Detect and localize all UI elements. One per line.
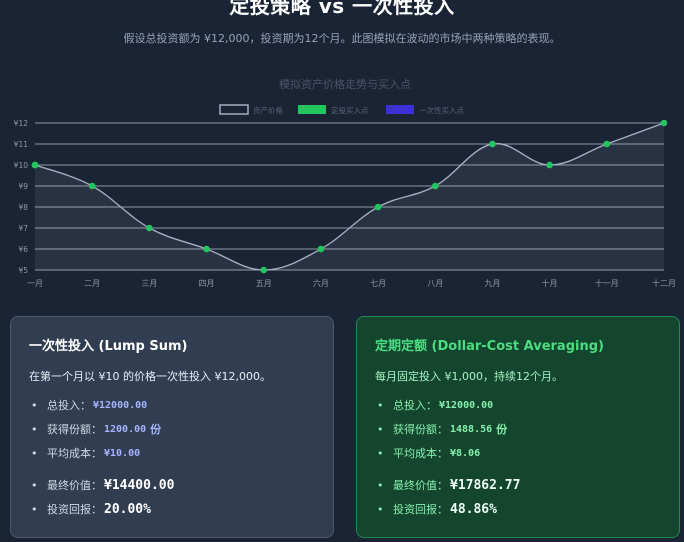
dca-card: 定期定额 (Dollar-Cost Averaging) 每月固定投入 ¥1,0… xyxy=(356,316,680,538)
page: 定投策略 vs 一次性投入 假设总投资额为 ¥12,000，投资期为12个月。此… xyxy=(0,0,684,542)
dca-buy-point xyxy=(88,182,96,190)
x-tick-label: 二月 xyxy=(84,279,100,288)
lump-sum-desc: 在第一个月以 ¥10 的价格一次性投入 ¥12,000。 xyxy=(29,370,271,383)
stat-total-invested: • 总投入： ¥12000.00 xyxy=(375,394,661,418)
stat-value: ¥17862.77 xyxy=(450,478,521,493)
x-tick-label: 九月 xyxy=(484,279,500,288)
lump-sum-stats: • 总投入： ¥12000.00 • 获得份额： 1200.00 份 • 平均成… xyxy=(29,394,315,522)
price-area xyxy=(35,123,664,270)
stat-label: 获得份额： xyxy=(47,423,102,436)
stat-label: 最终价值： xyxy=(393,479,448,492)
lump-buy-point xyxy=(31,161,39,169)
stat-total-invested: • 总投入： ¥12000.00 xyxy=(29,394,315,418)
y-tick-label: ¥7 xyxy=(18,224,28,233)
dca-buy-point xyxy=(146,224,153,232)
dca-buy-point xyxy=(603,140,611,148)
bullet-icon: • xyxy=(377,447,384,460)
page-subtitle: 假设总投资额为 ¥12,000，投资期为12个月。此图模拟在波动的市场中两种策略… xyxy=(123,32,561,45)
x-tick-label: 五月 xyxy=(256,279,272,288)
bullet-icon: • xyxy=(377,423,384,436)
y-tick-label: ¥8 xyxy=(18,203,28,212)
stat-value: ¥8.06 xyxy=(450,448,481,459)
dca-stats: • 总投入： ¥12000.00 • 获得份额： 1488.56 份 • 平均成… xyxy=(375,394,661,522)
legend-label: 资产价格 xyxy=(253,105,283,115)
dca-buy-point xyxy=(260,266,268,274)
stat-value: ¥12000.00 xyxy=(93,400,148,411)
price-chart: ¥5 ¥6 ¥7 ¥8 ¥9 ¥10 ¥11 ¥12 一月 二月 三月 四月 五月 六月 七月 八月 九月 十月 十… xyxy=(0,70,684,300)
bullet-icon: • xyxy=(31,447,38,460)
bullet-icon: • xyxy=(31,423,38,436)
stat-label: 最终价值： xyxy=(47,479,102,492)
y-tick-label: ¥9 xyxy=(18,182,28,191)
y-tick-label: ¥5 xyxy=(18,266,28,275)
stat-value: ¥12000.00 xyxy=(439,400,494,411)
stat-value: 48.86% xyxy=(450,502,497,517)
x-tick-label: 六月 xyxy=(313,278,329,288)
stat-value: 20.00% xyxy=(104,502,151,517)
stat-final-value: • 最终价值： ¥17862.77 xyxy=(375,474,661,498)
stat-final-value: • 最终价值： ¥14400.00 xyxy=(29,474,315,498)
stat-label: 平均成本： xyxy=(393,447,448,460)
dca-buy-point xyxy=(203,245,210,253)
y-tick-label: ¥12 xyxy=(14,119,29,128)
legend-swatch xyxy=(298,105,326,114)
x-tick-label: 四月 xyxy=(199,279,215,288)
bullet-icon: • xyxy=(31,503,38,516)
stat-unit: 份 xyxy=(150,423,162,436)
x-tick-label: 十月 xyxy=(542,278,558,288)
legend-swatch xyxy=(219,104,249,115)
stat-label: 平均成本： xyxy=(47,447,102,460)
chart-title: 模拟资产价格走势与买入点 xyxy=(279,77,411,91)
x-tick-label: 八月 xyxy=(427,279,443,288)
stat-label: 总投入： xyxy=(393,399,437,412)
dca-buy-point xyxy=(489,140,496,148)
bullet-icon: • xyxy=(31,399,38,412)
y-tick-label: ¥10 xyxy=(14,161,29,170)
legend-label: 一次性买入点 xyxy=(419,105,464,115)
stat-label: 投资回报： xyxy=(47,503,102,516)
dca-buy-point xyxy=(546,161,553,169)
bullet-icon: • xyxy=(377,479,384,492)
x-tick-label: 三月 xyxy=(141,279,157,288)
bullet-icon: • xyxy=(377,503,384,516)
chart-svg: ¥5 ¥6 ¥7 ¥8 ¥9 ¥10 ¥11 ¥12 一月 二月 三月 四月 五月 六月 七月 八月 九月 十月 十… xyxy=(14,77,676,288)
stat-label: 投资回报： xyxy=(393,503,448,516)
stat-avg-cost: • 平均成本： ¥8.06 xyxy=(375,442,661,466)
stat-return: • 投资回报： 20.00% xyxy=(29,498,315,522)
stat-value: 1200.00 xyxy=(104,424,147,435)
bullet-icon: • xyxy=(31,479,38,492)
stat-avg-cost: • 平均成本： ¥10.00 xyxy=(29,442,315,466)
x-tick-label: 七月 xyxy=(370,279,386,288)
bullet-icon: • xyxy=(377,399,384,412)
dca-buy-point xyxy=(431,182,439,190)
stat-unit: 份 xyxy=(496,423,508,436)
y-tick-label: ¥11 xyxy=(14,140,29,149)
stat-return: • 投资回报： 48.86% xyxy=(375,498,661,522)
lump-sum-title: 一次性投入 (Lump Sum) xyxy=(29,339,188,354)
x-tick-label: 一月 xyxy=(27,279,43,288)
dca-title: 定期定额 (Dollar-Cost Averaging) xyxy=(375,339,604,354)
stat-shares: • 获得份额： 1488.56 份 xyxy=(375,418,661,442)
stat-shares: • 获得份额： 1200.00 份 xyxy=(29,418,315,442)
page-title: 定投策略 vs 一次性投入 xyxy=(229,0,455,18)
dca-buy-point xyxy=(374,203,382,211)
dca-desc: 每月固定投入 ¥1,000，持续12个月。 xyxy=(375,370,563,383)
legend-swatch xyxy=(386,105,414,114)
stat-label: 获得份额： xyxy=(393,423,448,436)
y-tick-label: ¥6 xyxy=(18,245,28,254)
lump-sum-card: 一次性投入 (Lump Sum) 在第一个月以 ¥10 的价格一次性投入 ¥12… xyxy=(10,316,334,538)
legend-label: 定投买入点 xyxy=(331,105,369,115)
stat-label: 总投入： xyxy=(47,399,91,412)
dca-buy-point xyxy=(317,245,325,253)
dca-buy-point xyxy=(660,119,668,127)
stat-value: ¥10.00 xyxy=(104,448,141,459)
stat-value: 1488.56 xyxy=(450,424,493,435)
stat-value: ¥14400.00 xyxy=(104,478,175,493)
x-tick-label: 十二月 xyxy=(652,278,676,288)
x-tick-label: 十一月 xyxy=(595,278,619,288)
